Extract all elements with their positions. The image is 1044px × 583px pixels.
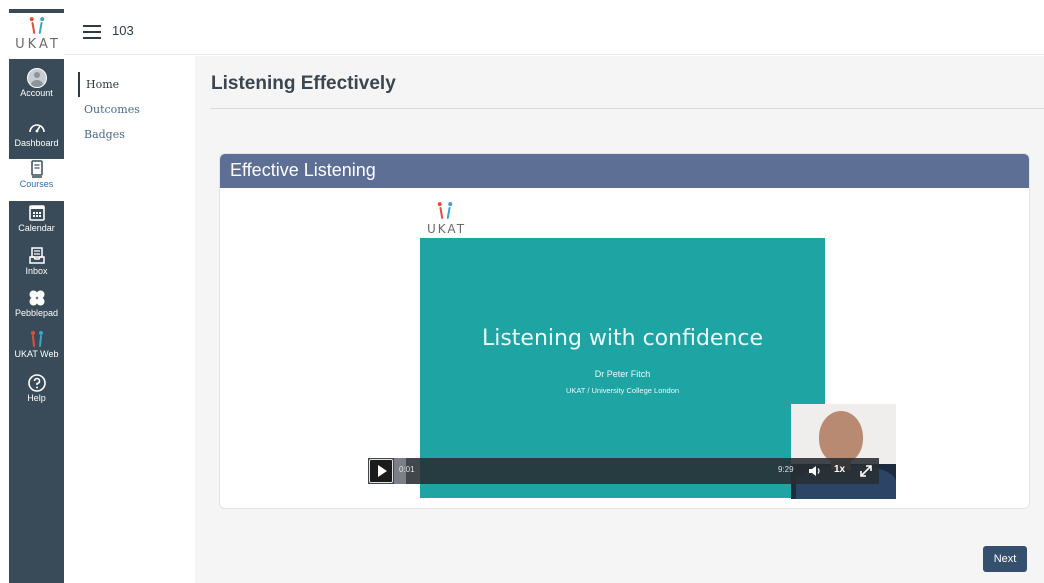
calendar-icon	[9, 203, 64, 223]
course-nav-home[interactable]: Home	[78, 72, 188, 97]
global-nav-inbox[interactable]: Inbox	[9, 246, 64, 286]
global-nav-label: Inbox	[25, 266, 48, 276]
slide-title: Listening with confidence	[481, 326, 764, 351]
slide-affiliation: UKAT / University College London	[565, 386, 680, 395]
next-button[interactable]: Next	[983, 546, 1027, 572]
book-icon	[9, 159, 64, 179]
top-bar: 103	[64, 9, 1044, 55]
ukat-figures-icon	[435, 201, 455, 220]
help-circle-icon	[9, 373, 64, 393]
play-button[interactable]	[369, 459, 393, 483]
logo-text: UKAT	[15, 37, 61, 52]
current-time: 0:01	[399, 465, 415, 474]
course-nav: Home Outcomes Badges	[78, 72, 188, 147]
course-nav-badges[interactable]: Badges	[78, 122, 188, 147]
avatar-icon	[9, 68, 64, 88]
slide-author: Dr Peter Fitch	[594, 369, 651, 379]
presenter-video-thumbnail	[791, 404, 896, 499]
volume-icon[interactable]	[808, 464, 822, 478]
global-nav-calendar[interactable]: Calendar	[9, 203, 64, 243]
playback-speed-button[interactable]: 1x	[834, 464, 845, 475]
global-nav-label: Dashboard	[14, 138, 59, 148]
slide-logo-text: UKAT	[426, 222, 467, 236]
global-nav-label: Courses	[19, 179, 54, 189]
global-nav-help[interactable]: Help	[9, 373, 64, 413]
video-player-controls: 0:01 9:29 1x	[368, 458, 879, 484]
global-nav-label: Account	[20, 88, 53, 98]
pebblepad-icon	[9, 288, 64, 308]
global-nav-label: Pebblepad	[14, 308, 59, 318]
module-header: Effective Listening	[220, 154, 1029, 188]
inbox-icon	[9, 246, 64, 266]
module-title: Effective Listening	[230, 160, 376, 180]
global-nav-label: UKAT Web	[14, 349, 59, 359]
global-nav-label: Calendar	[18, 223, 55, 233]
breadcrumb[interactable]: 103	[112, 23, 134, 38]
global-nav-courses[interactable]: Courses	[9, 159, 64, 201]
global-nav-dashboard[interactable]: Dashboard	[9, 118, 64, 158]
dashboard-gauge-icon	[9, 118, 64, 138]
page-title: Listening Effectively	[211, 73, 396, 94]
global-nav-account[interactable]: Account	[9, 68, 64, 108]
ukat-logo[interactable]: UKAT	[9, 9, 64, 59]
course-nav-outcomes[interactable]: Outcomes	[78, 97, 188, 122]
global-nav: UKAT Account Dashboard Courses Calendar …	[9, 9, 64, 583]
slide-ukat-logo: UKAT	[422, 198, 468, 236]
global-nav-label: Help	[27, 393, 46, 403]
ukat-figures-icon	[27, 16, 47, 35]
fullscreen-icon[interactable]	[858, 463, 874, 479]
duration: 9:29	[778, 465, 794, 474]
title-divider	[210, 108, 1044, 109]
global-nav-pebblepad[interactable]: Pebblepad	[9, 288, 64, 328]
global-nav-ukat-web[interactable]: UKAT Web	[9, 329, 64, 369]
ukat-figures-icon	[9, 329, 64, 349]
hamburger-menu-icon[interactable]	[83, 25, 101, 39]
